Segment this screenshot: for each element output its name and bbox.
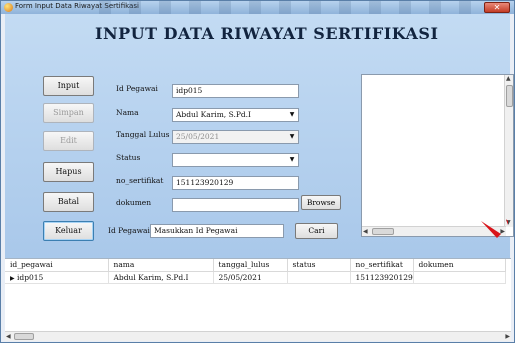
scroll-left-icon[interactable]: ◀ [363, 228, 368, 236]
cell-text: idp015 [17, 272, 44, 282]
table-row[interactable]: ▶ idp015 Abdul Karim, S.Pd.I 25/05/2021 … [5, 271, 506, 284]
id-pegawai-label: Id Pegawai [116, 84, 158, 93]
no-sertifikat-label: no_sertifikat [116, 176, 164, 185]
column-header[interactable]: dokumen [413, 259, 506, 272]
browse-button[interactable]: Browse [301, 195, 341, 210]
page-title: INPUT DATA RIWAYAT SERTIFIKASI [95, 24, 439, 43]
scroll-left-icon[interactable]: ◀ [6, 333, 11, 341]
keluar-button[interactable]: Keluar [43, 221, 94, 241]
status-combo[interactable]: ▼ [172, 153, 299, 167]
table-cell[interactable]: 25/05/2021 [213, 271, 288, 284]
simpan-button[interactable]: Simpan [43, 103, 94, 123]
id-pegawai-field[interactable]: idp015 [172, 84, 299, 98]
nama-label: Nama [116, 108, 139, 117]
column-header[interactable]: nama [108, 259, 214, 272]
dokumen-field[interactable] [172, 198, 299, 212]
title-bar: Form Input Data Riwayat Sertifikasi ✕ [1, 1, 514, 14]
scroll-right-icon[interactable]: ▶ [505, 333, 510, 341]
table-cell[interactable]: Abdul Karim, S.Pd.I [108, 271, 214, 284]
table-header-row: id_pegawai nama tanggal_lulus status no_… [5, 259, 506, 272]
nama-value: Abdul Karim, S.Pd.I [176, 110, 252, 119]
cari-button[interactable]: Cari [295, 223, 338, 239]
scroll-up-icon[interactable]: ▲ [506, 75, 511, 83]
table-cell[interactable] [413, 271, 506, 284]
scroll-thumb[interactable] [372, 228, 394, 235]
batal-button[interactable]: Batal [43, 192, 94, 212]
column-header[interactable]: tanggal_lulus [213, 259, 288, 272]
grid-horizontal-scrollbar[interactable]: ◀ ▶ [5, 331, 511, 341]
no-sertifikat-field[interactable]: 151123920129 [172, 176, 299, 190]
data-grid[interactable]: id_pegawai nama tanggal_lulus status no_… [5, 258, 511, 341]
table-cell[interactable]: ▶ idp015 [5, 271, 109, 284]
chevron-down-icon[interactable]: ▼ [287, 132, 297, 142]
search-input[interactable]: Masukkan Id Pegawai [150, 224, 284, 238]
app-window: Form Input Data Riwayat Sertifikasi ✕ IN… [0, 0, 515, 343]
search-id-pegawai-label: Id Pegawai [108, 226, 150, 235]
form-panel: INPUT DATA RIWAYAT SERTIFIKASI Input Sim… [5, 14, 514, 258]
scroll-thumb[interactable] [506, 85, 513, 107]
input-button[interactable]: Input [43, 76, 94, 96]
tanggal-lulus-value: 25/05/2021 [176, 132, 220, 141]
tanggal-lulus-picker[interactable]: 25/05/2021 ▼ [172, 130, 299, 144]
scroll-thumb[interactable] [14, 333, 34, 340]
column-header[interactable]: id_pegawai [5, 259, 109, 272]
column-header[interactable]: status [287, 259, 351, 272]
table-cell[interactable]: 151123920129 [350, 271, 414, 284]
chevron-down-icon[interactable]: ▼ [287, 110, 297, 120]
table-cell[interactable] [287, 271, 351, 284]
red-arrow-annotation [481, 219, 508, 238]
row-selector-icon: ▶ [10, 274, 15, 282]
title-bar-decoration [81, 1, 481, 14]
hapus-button[interactable]: Hapus [43, 162, 94, 182]
document-preview: ▲ ▼ ◀ ▶ [361, 74, 514, 237]
data-table: id_pegawai nama tanggal_lulus status no_… [5, 259, 506, 284]
status-label: Status [116, 153, 141, 162]
dokumen-label: dokumen [116, 198, 152, 207]
tanggal-lulus-label: Tanggal Lulus [116, 130, 170, 139]
close-window-button[interactable]: ✕ [484, 2, 510, 13]
vertical-scrollbar[interactable]: ▲ ▼ [504, 75, 513, 227]
app-icon [4, 3, 13, 12]
edit-button[interactable]: Edit [43, 131, 94, 151]
nama-combo[interactable]: Abdul Karim, S.Pd.I ▼ [172, 108, 299, 122]
chevron-down-icon[interactable]: ▼ [287, 155, 297, 165]
column-header[interactable]: no_sertifikat [350, 259, 414, 272]
